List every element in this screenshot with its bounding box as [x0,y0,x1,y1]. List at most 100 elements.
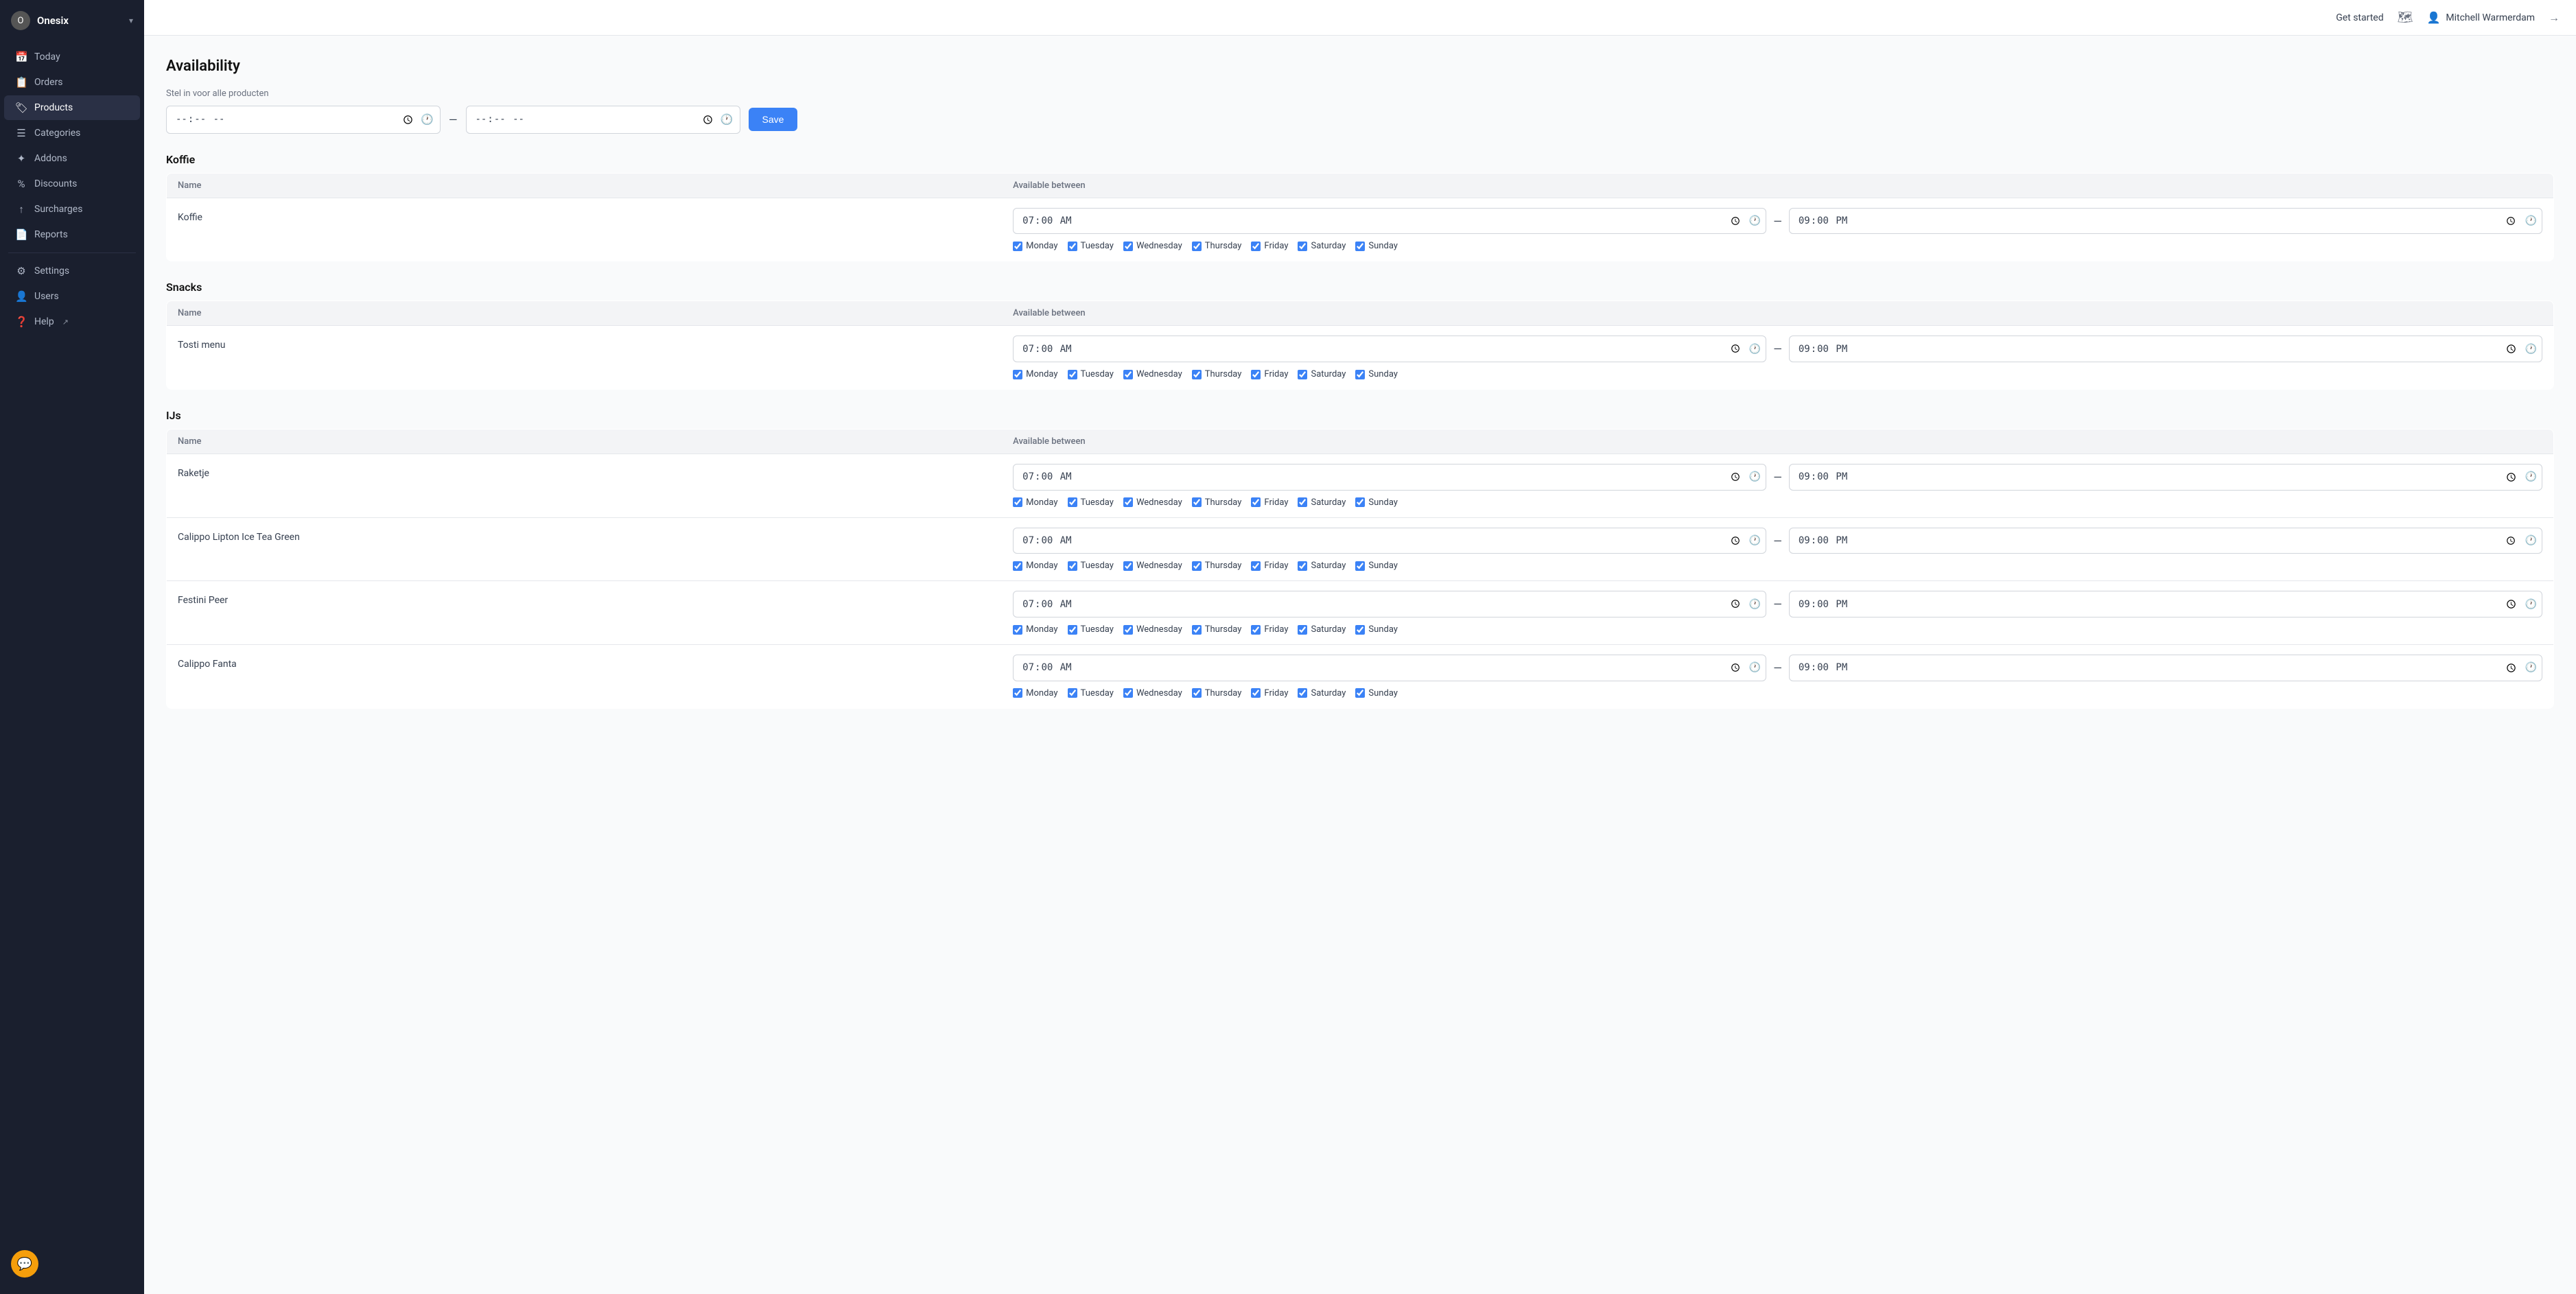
day-checkbox-input[interactable] [1298,242,1307,251]
sidebar-item-orders[interactable]: 📋 Orders [4,70,140,95]
day-checkbox-friday[interactable]: Friday [1251,369,1288,379]
day-checkbox-input[interactable] [1068,497,1077,507]
day-checkbox-input[interactable] [1013,242,1022,251]
day-checkbox-friday[interactable]: Friday [1251,688,1288,698]
day-checkbox-saturday[interactable]: Saturday [1298,688,1346,698]
day-checkbox-input[interactable] [1068,370,1077,379]
day-checkbox-input[interactable] [1251,497,1261,507]
day-checkbox-input[interactable] [1123,370,1133,379]
day-checkbox-input[interactable] [1123,625,1133,635]
day-checkbox-friday[interactable]: Friday [1251,561,1288,571]
get-started-link[interactable]: Get started [2336,12,2383,23]
sidebar-item-help[interactable]: ❓ Help ↗ [4,309,140,334]
day-checkbox-sunday[interactable]: Sunday [1355,624,1398,635]
sidebar-item-categories[interactable]: ☰ Categories [4,121,140,145]
day-checkbox-input[interactable] [1013,561,1022,571]
day-checkbox-input[interactable] [1013,370,1022,379]
map-icon[interactable]: 🗺 [2398,10,2413,25]
day-checkbox-friday[interactable]: Friday [1251,241,1288,251]
end-time-input[interactable] [1789,655,2542,681]
end-time-input[interactable] [1789,336,2542,362]
day-checkbox-thursday[interactable]: Thursday [1192,561,1242,571]
day-checkbox-sunday[interactable]: Sunday [1355,241,1398,251]
sidebar-item-today[interactable]: 📅 Today [4,45,140,69]
day-checkbox-wednesday[interactable]: Wednesday [1123,497,1182,508]
day-checkbox-tuesday[interactable]: Tuesday [1068,497,1114,508]
day-checkbox-input[interactable] [1192,242,1202,251]
day-checkbox-input[interactable] [1298,561,1307,571]
sidebar-item-products[interactable]: 🏷 Products [4,95,140,120]
day-checkbox-input[interactable] [1355,370,1365,379]
day-checkbox-input[interactable] [1355,625,1365,635]
start-time-input[interactable] [1013,464,1766,491]
day-checkbox-input[interactable] [1068,242,1077,251]
day-checkbox-sunday[interactable]: Sunday [1355,561,1398,571]
day-checkbox-input[interactable] [1192,625,1202,635]
day-checkbox-sunday[interactable]: Sunday [1355,369,1398,379]
day-checkbox-input[interactable] [1251,561,1261,571]
save-button[interactable]: Save [749,108,798,131]
day-checkbox-wednesday[interactable]: Wednesday [1123,688,1182,698]
day-checkbox-input[interactable] [1192,497,1202,507]
day-checkbox-input[interactable] [1298,625,1307,635]
day-checkbox-thursday[interactable]: Thursday [1192,497,1242,508]
day-checkbox-input[interactable] [1192,688,1202,698]
day-checkbox-wednesday[interactable]: Wednesday [1123,241,1182,251]
day-checkbox-input[interactable] [1013,688,1022,698]
day-checkbox-sunday[interactable]: Sunday [1355,688,1398,698]
day-checkbox-input[interactable] [1355,242,1365,251]
day-checkbox-tuesday[interactable]: Tuesday [1068,241,1114,251]
day-checkbox-input[interactable] [1251,625,1261,635]
day-checkbox-sunday[interactable]: Sunday [1355,497,1398,508]
day-checkbox-input[interactable] [1123,497,1133,507]
start-time-input[interactable] [1013,655,1766,681]
day-checkbox-thursday[interactable]: Thursday [1192,241,1242,251]
day-checkbox-input[interactable] [1123,242,1133,251]
start-time-input[interactable] [1013,591,1766,617]
day-checkbox-tuesday[interactable]: Tuesday [1068,369,1114,379]
start-time-input[interactable] [1013,528,1766,554]
day-checkbox-saturday[interactable]: Saturday [1298,497,1346,508]
day-checkbox-input[interactable] [1068,561,1077,571]
day-checkbox-input[interactable] [1192,561,1202,571]
day-checkbox-monday[interactable]: Monday [1013,497,1057,508]
start-time-input[interactable] [1013,336,1766,362]
day-checkbox-input[interactable] [1355,561,1365,571]
day-checkbox-monday[interactable]: Monday [1013,688,1057,698]
day-checkbox-wednesday[interactable]: Wednesday [1123,624,1182,635]
sidebar-brand-header[interactable]: O Onesix ▾ [0,0,144,41]
day-checkbox-thursday[interactable]: Thursday [1192,624,1242,635]
day-checkbox-input[interactable] [1123,688,1133,698]
day-checkbox-tuesday[interactable]: Tuesday [1068,688,1114,698]
sidebar-item-addons[interactable]: ✦ Addons [4,146,140,171]
day-checkbox-thursday[interactable]: Thursday [1192,688,1242,698]
sidebar-item-users[interactable]: 👤 Users [4,284,140,309]
sidebar-item-discounts[interactable]: % Discounts [4,172,140,196]
end-time-input[interactable] [1789,528,2542,554]
day-checkbox-input[interactable] [1298,497,1307,507]
user-menu[interactable]: 👤 Mitchell Warmerdam [2426,11,2535,24]
sidebar-item-surcharges[interactable]: ↑ Surcharges [4,197,140,222]
day-checkbox-wednesday[interactable]: Wednesday [1123,561,1182,571]
day-checkbox-input[interactable] [1068,625,1077,635]
day-checkbox-monday[interactable]: Monday [1013,561,1057,571]
day-checkbox-input[interactable] [1298,370,1307,379]
sidebar-item-settings[interactable]: ⚙ Settings [4,259,140,283]
day-checkbox-input[interactable] [1013,497,1022,507]
day-checkbox-input[interactable] [1192,370,1202,379]
day-checkbox-monday[interactable]: Monday [1013,241,1057,251]
day-checkbox-input[interactable] [1298,688,1307,698]
day-checkbox-thursday[interactable]: Thursday [1192,369,1242,379]
global-start-input[interactable] [166,106,441,134]
day-checkbox-friday[interactable]: Friday [1251,624,1288,635]
end-time-input[interactable] [1789,208,2542,235]
day-checkbox-input[interactable] [1251,242,1261,251]
day-checkbox-friday[interactable]: Friday [1251,497,1288,508]
day-checkbox-input[interactable] [1068,688,1077,698]
day-checkbox-wednesday[interactable]: Wednesday [1123,369,1182,379]
day-checkbox-input[interactable] [1355,688,1365,698]
day-checkbox-monday[interactable]: Monday [1013,369,1057,379]
day-checkbox-saturday[interactable]: Saturday [1298,561,1346,571]
day-checkbox-saturday[interactable]: Saturday [1298,624,1346,635]
day-checkbox-input[interactable] [1123,561,1133,571]
